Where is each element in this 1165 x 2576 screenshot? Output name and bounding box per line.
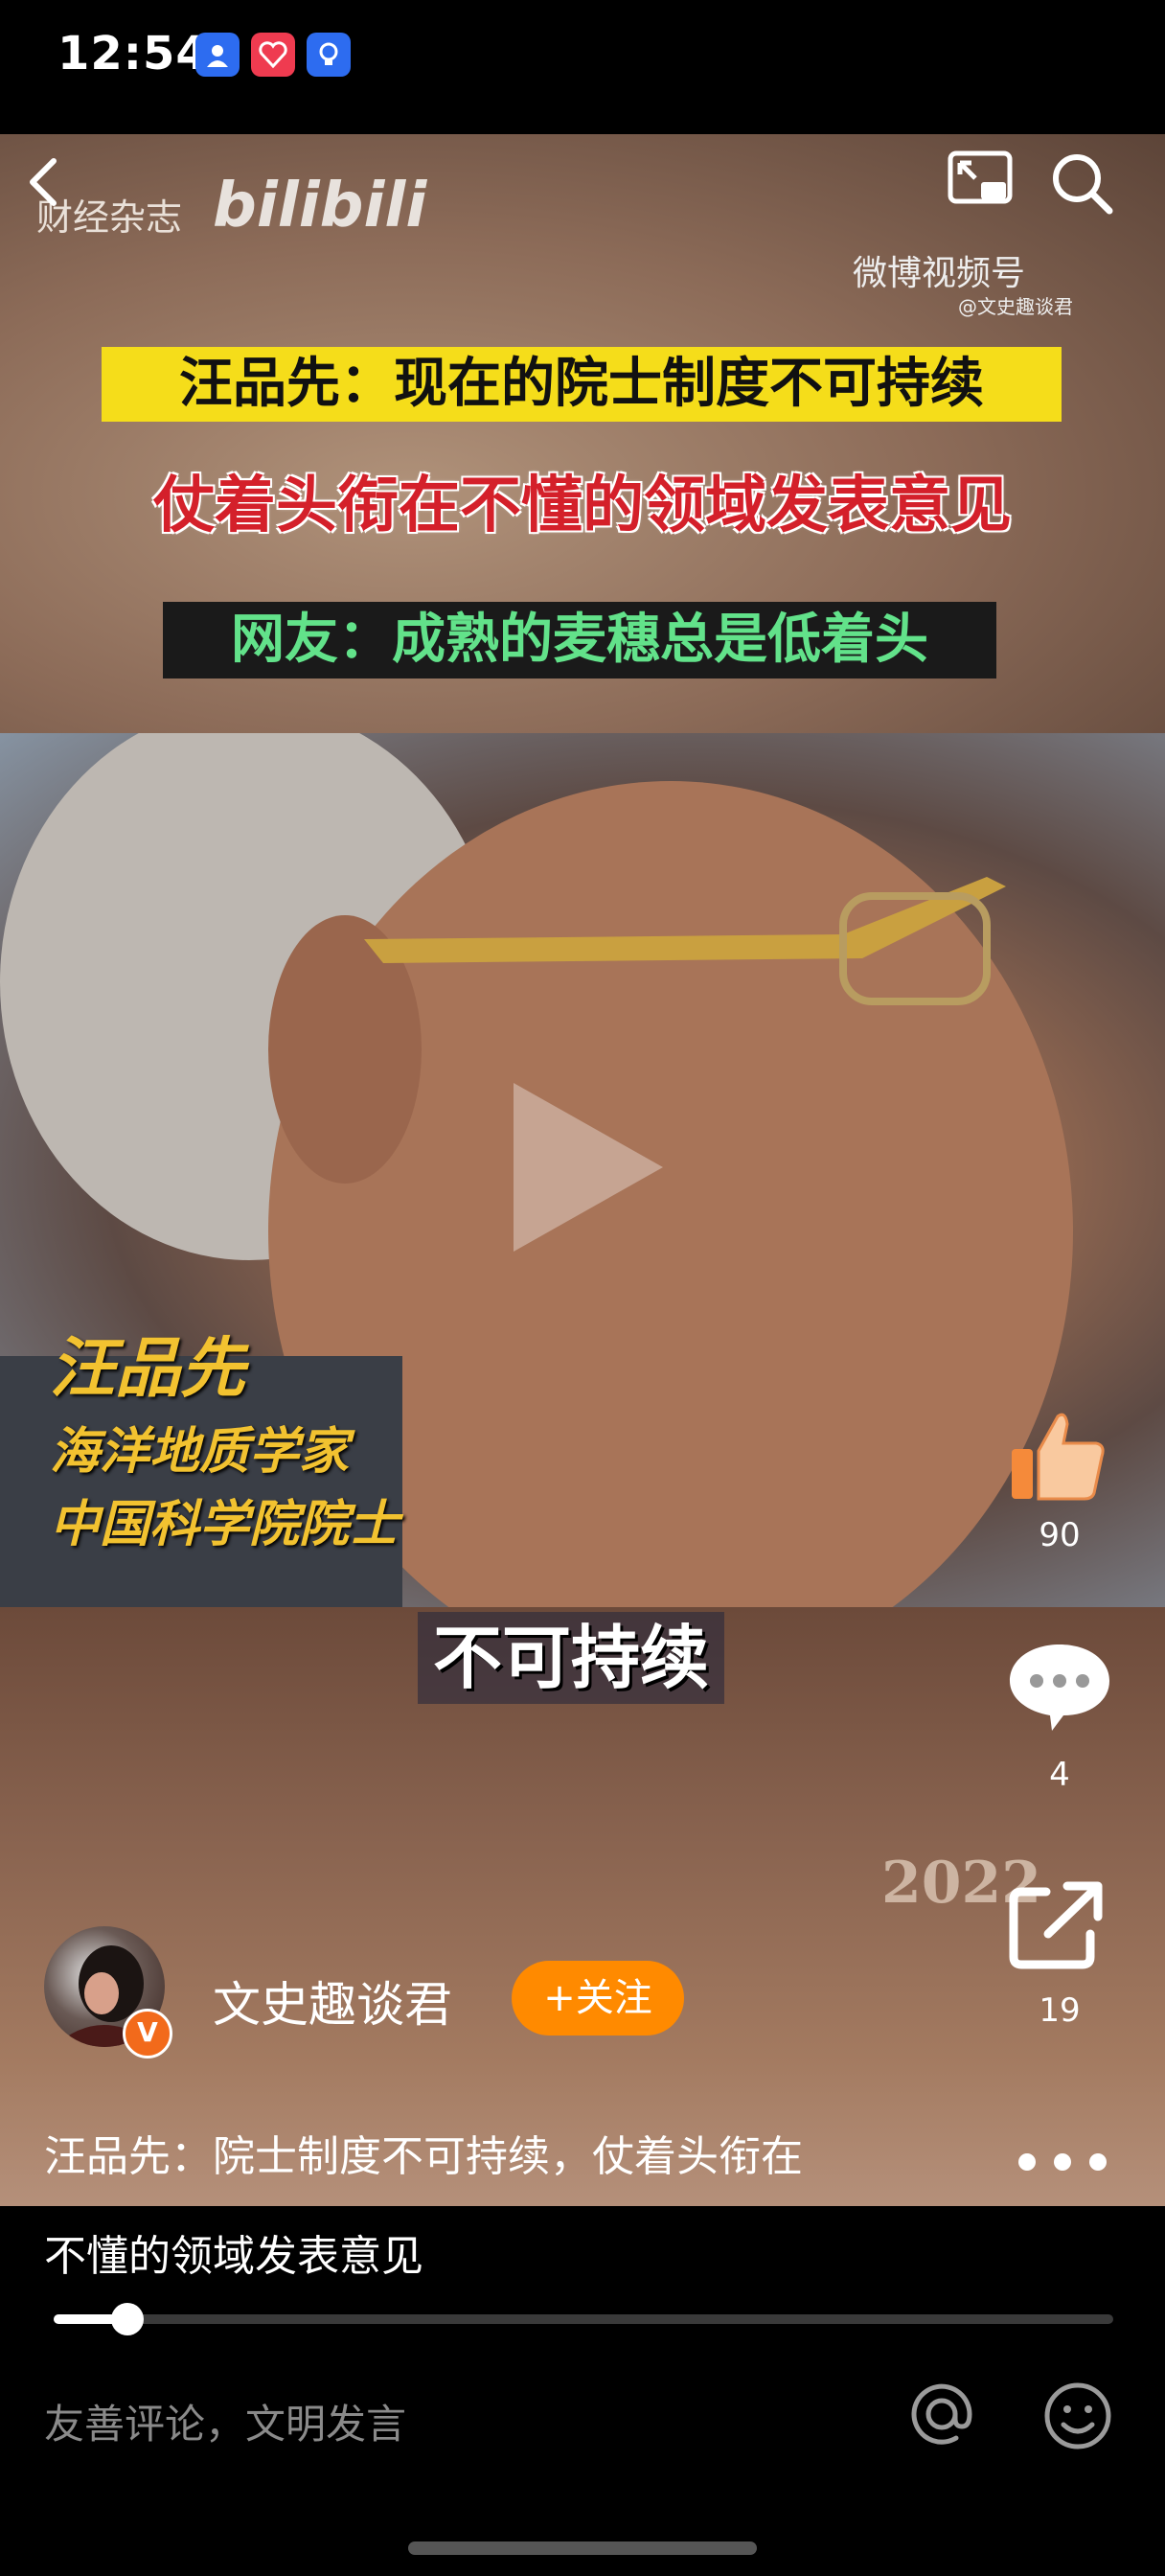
headline-subtitle: 仗着头衔在不懂的领域发表意见 [153, 471, 1012, 541]
progress-track[interactable] [54, 2314, 1113, 2324]
health-app-icon [251, 33, 295, 77]
share-icon[interactable] [1008, 1878, 1108, 1970]
like-count: 90 [1039, 1516, 1081, 1554]
lightbulb-icon [307, 33, 351, 77]
picture-in-picture-icon[interactable] [947, 150, 1014, 213]
thumbs-up-icon[interactable] [1004, 1401, 1111, 1508]
home-indicator[interactable] [408, 2542, 757, 2555]
progress-scrubber-handle[interactable] [111, 2303, 144, 2335]
mention-icon[interactable] [908, 2380, 975, 2448]
search-icon[interactable] [1048, 150, 1115, 217]
bilibili-watermark: bilibili [213, 171, 427, 242]
caption-name: 汪品先 [50, 1331, 246, 1407]
weibo-handle: @文史趣谈君 [958, 295, 1073, 318]
follow-button[interactable]: +关注 [512, 1961, 684, 2036]
video-description-continued[interactable]: 不懂的领域发表意见 [44, 2221, 423, 2283]
verified-badge-icon: V [123, 2009, 172, 2058]
author-name[interactable]: 文史趣谈君 [213, 1966, 452, 2036]
netizen-banner: 网友：成熟的麦穗总是低着头 [163, 602, 996, 678]
play-icon[interactable] [514, 1083, 663, 1252]
video-description[interactable]: 汪品先：院士制度不可持续，仗着头衔在 [44, 2122, 803, 2183]
caption-occupation: 海洋地质学家 [50, 1423, 350, 1481]
emoji-icon[interactable] [1042, 2380, 1113, 2451]
comment-bubble-icon[interactable] [1006, 1639, 1113, 1735]
headline-banner: 汪品先：现在的院士制度不可持续 [102, 347, 1062, 422]
caption-title: 中国科学院院士 [50, 1496, 400, 1553]
user-app-icon [195, 33, 240, 77]
video-subtitle: 不可持续 [418, 1612, 725, 1704]
comment-input[interactable]: 友善评论，文明发言 [44, 2392, 406, 2450]
more-options-icon[interactable] [1010, 2143, 1115, 2181]
status-time: 12:54 [57, 27, 209, 80]
comment-count: 4 [1049, 1756, 1070, 1794]
share-count: 19 [1039, 1991, 1081, 2030]
back-arrow-icon[interactable] [17, 153, 75, 211]
weibo-watermark: 微博视频号 [853, 254, 1026, 293]
